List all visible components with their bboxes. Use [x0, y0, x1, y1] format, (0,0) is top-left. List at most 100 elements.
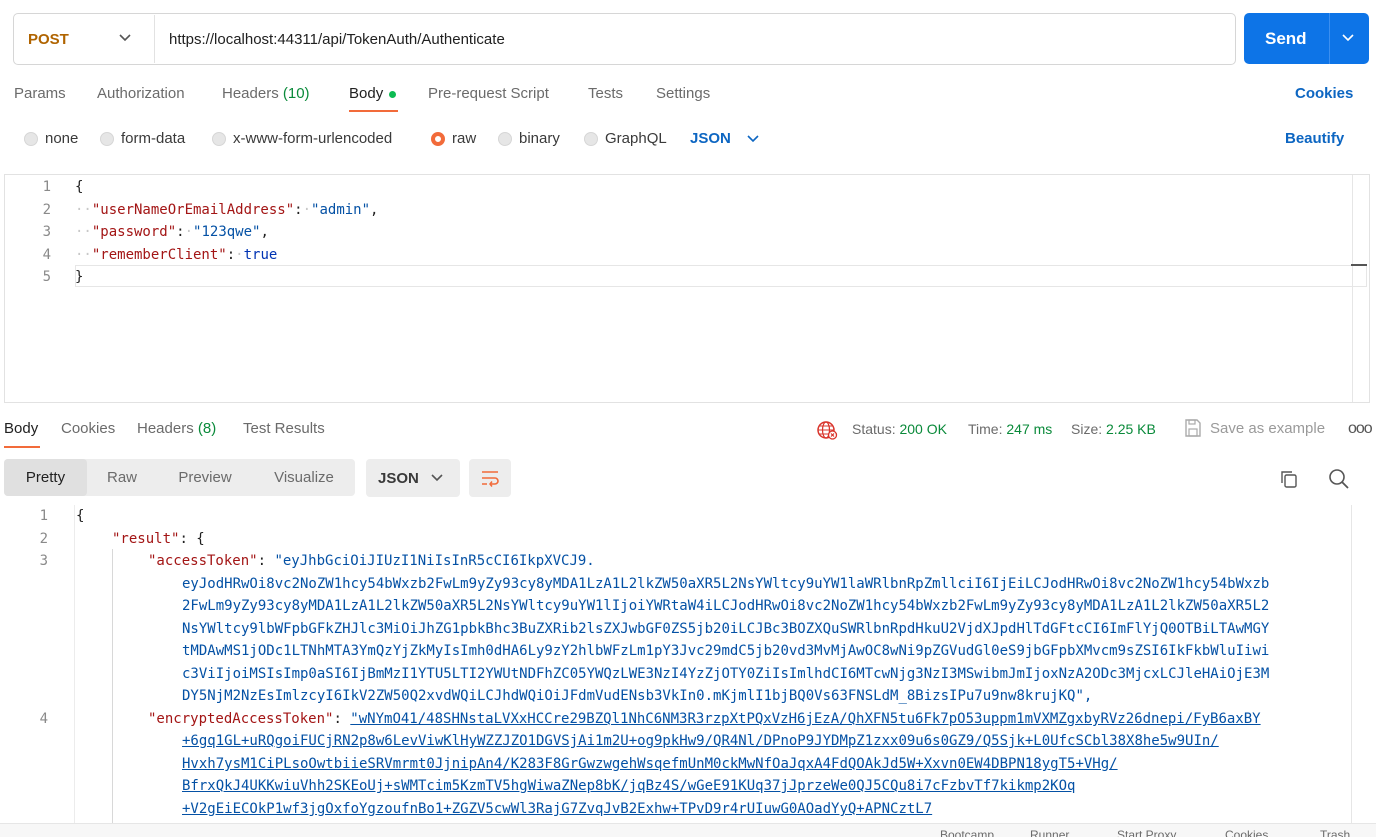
tab-params[interactable]: Params — [14, 85, 66, 102]
tab-settings[interactable]: Settings — [656, 85, 710, 102]
view-preview[interactable]: Preview — [157, 459, 253, 496]
cookies-link[interactable]: Cookies — [1295, 85, 1353, 102]
vertical-scrollbar[interactable] — [1351, 505, 1368, 823]
status-value: 200 OK — [899, 421, 947, 437]
code-line: ··"rememberClient":·true — [75, 247, 278, 263]
json-key: "password" — [91, 224, 177, 240]
active-tab-indicator — [4, 446, 40, 448]
status-dot-icon — [389, 90, 397, 98]
request-url-row: POST https://localhost:44311/api/TokenAu… — [13, 13, 1369, 65]
json-value-wrap: c3ViIjoiMSIsImp0aSI6IjBmMzI1YTU5LTI2YWUt… — [182, 666, 1270, 682]
radio-binary-label[interactable]: binary — [519, 130, 560, 147]
more-options-icon[interactable]: ooo — [1348, 420, 1373, 438]
line-number: 3 — [39, 553, 48, 569]
send-button[interactable]: Send — [1244, 13, 1369, 64]
radio-none-label[interactable]: none — [45, 130, 78, 147]
method-select[interactable]: POST — [28, 31, 69, 48]
copy-icon[interactable] — [1279, 469, 1299, 489]
json-value-wrap: DY5NjM2NzEsImlzcyI6IkV2ZW50Q2xvdWQiLCJhd… — [182, 688, 1093, 704]
radio-raw-label[interactable]: raw — [452, 130, 476, 147]
tab-authorization[interactable]: Authorization — [97, 85, 185, 102]
json-punct: , — [260, 224, 269, 240]
search-icon[interactable] — [1328, 468, 1350, 490]
json-value-link[interactable]: +V2gEiECOkP1wf3jgOxfoYgzoufnBo1+ZGZV5cwW… — [182, 801, 932, 817]
status-bar: Bootcamp Runner Start Proxy Cookies Tras… — [0, 823, 1376, 837]
resp-tab-body[interactable]: Body — [4, 420, 38, 437]
json-value-wrap: 2FwLm9yZy93cy8yMDA1LzA1L2lkZW50aXR5L2NsY… — [182, 598, 1270, 614]
divider — [1329, 13, 1330, 64]
json-punct: , — [370, 202, 379, 218]
json-key: "userNameOrEmailAddress" — [91, 202, 295, 218]
size-readout: Size: 2.25 KB — [1071, 421, 1156, 437]
tab-body[interactable]: Body — [349, 85, 397, 102]
resp-tab-cookies[interactable]: Cookies — [61, 420, 115, 437]
code-line: { — [75, 179, 84, 195]
json-value: true — [243, 247, 278, 263]
wrap-lines-button[interactable] — [469, 459, 511, 497]
response-format-select[interactable]: JSON — [366, 459, 460, 497]
code-line: "encryptedAccessToken": "wNYmO41/48SHNst… — [148, 711, 1261, 727]
tab-headers[interactable]: Headers (10) — [222, 85, 310, 102]
radio-graphql-label[interactable]: GraphQL — [605, 130, 667, 147]
tab-prerequest-script[interactable]: Pre-request Script — [428, 85, 549, 102]
save-icon[interactable] — [1183, 418, 1203, 438]
radio-form-data-label[interactable]: form-data — [121, 130, 185, 147]
line-number: 5 — [42, 269, 51, 285]
tab-body-label: Body — [349, 85, 384, 102]
line-number: 1 — [42, 179, 51, 195]
tab-headers-label: Headers — [222, 85, 279, 102]
response-body-viewer[interactable]: 1 2 3 4 { "result": { "accessToken": "ey… — [0, 505, 1376, 823]
response-view-toggle: Pretty Raw Preview Visualize — [4, 459, 355, 496]
json-key: "result" — [112, 531, 180, 547]
save-as-example-button[interactable]: Save as example — [1210, 420, 1325, 437]
body-format-select[interactable]: JSON — [690, 130, 731, 147]
resp-tab-headers[interactable]: Headers (8) — [137, 420, 216, 437]
json-punct: : { — [179, 531, 205, 547]
chevron-down-icon[interactable] — [746, 131, 760, 145]
time-label: Time: — [968, 421, 1003, 437]
radio-graphql[interactable] — [584, 132, 598, 146]
radio-urlencoded[interactable] — [212, 132, 226, 146]
json-value-link[interactable]: BfrxQkJ4UKKwiuVhh2SKEoUj+sWMTcim5KzmTV5h… — [182, 778, 1075, 794]
resp-tab-test-results[interactable]: Test Results — [243, 420, 325, 437]
code-line: "accessToken": "eyJhbGciOiJIUzI1NiIsInR5… — [148, 553, 595, 569]
tab-tests[interactable]: Tests — [588, 85, 623, 102]
json-value-link[interactable]: "wNYmO41/48SHNstaLVXxHCCre29BZQl1NhC6NM3… — [350, 711, 1260, 727]
radio-form-data[interactable] — [100, 132, 114, 146]
view-pretty[interactable]: Pretty — [4, 459, 87, 496]
json-value-link[interactable]: Hvxh7ysM1CiPLsoOwtbiieSRVmrmt0JjnipAn4/K… — [182, 756, 1118, 772]
headers-count: (10) — [282, 85, 310, 102]
json-value: "123qwe" — [193, 224, 261, 240]
size-label: Size: — [1071, 421, 1103, 437]
json-key: "rememberClient" — [91, 247, 227, 263]
request-body-editor[interactable]: 1 2 3 4 5 { ··"userNameOrEmailAddress":·… — [4, 174, 1370, 403]
gutter-divider — [74, 505, 75, 823]
chevron-down-icon[interactable] — [118, 30, 132, 44]
json-key: "encryptedAccessToken" — [148, 711, 334, 727]
line-number: 1 — [39, 508, 48, 524]
json-value: "admin" — [311, 202, 371, 218]
view-visualize[interactable]: Visualize — [253, 459, 355, 496]
wrap-lines-icon — [482, 471, 499, 487]
code-line: ··"password":·"123qwe", — [75, 224, 269, 240]
line-number: 2 — [39, 531, 48, 547]
radio-none[interactable] — [24, 132, 38, 146]
line-number: 4 — [42, 247, 51, 263]
radio-raw[interactable] — [431, 132, 445, 146]
json-value-link[interactable]: +6gq1GL+uRQgoiFUCjRN2p8w6LevViwKlHyWZZJZ… — [182, 733, 1219, 749]
indent-guide — [112, 549, 113, 823]
radio-urlencoded-label[interactable]: x-www-form-urlencoded — [233, 130, 392, 147]
scrollbar-marker — [1351, 264, 1367, 266]
active-tab-indicator — [349, 110, 398, 112]
json-value-wrap: NsYWltcy9lbWFpbGFkZHJlc3MiOiJhZG1pbkBhc3… — [182, 621, 1270, 637]
vertical-scrollbar[interactable] — [1352, 175, 1369, 402]
url-input[interactable]: https://localhost:44311/api/TokenAuth/Au… — [169, 31, 505, 48]
resp-headers-count: (8) — [197, 420, 217, 437]
radio-binary[interactable] — [498, 132, 512, 146]
response-format-label: JSON — [378, 470, 419, 487]
beautify-button[interactable]: Beautify — [1285, 130, 1344, 147]
view-raw[interactable]: Raw — [87, 459, 157, 496]
chevron-down-icon[interactable] — [1341, 30, 1355, 44]
globe-icon[interactable] — [816, 419, 838, 441]
json-value: "eyJhbGciOiJIUzI1NiIsInR5cCI6IkpXVCJ9. — [274, 553, 595, 569]
